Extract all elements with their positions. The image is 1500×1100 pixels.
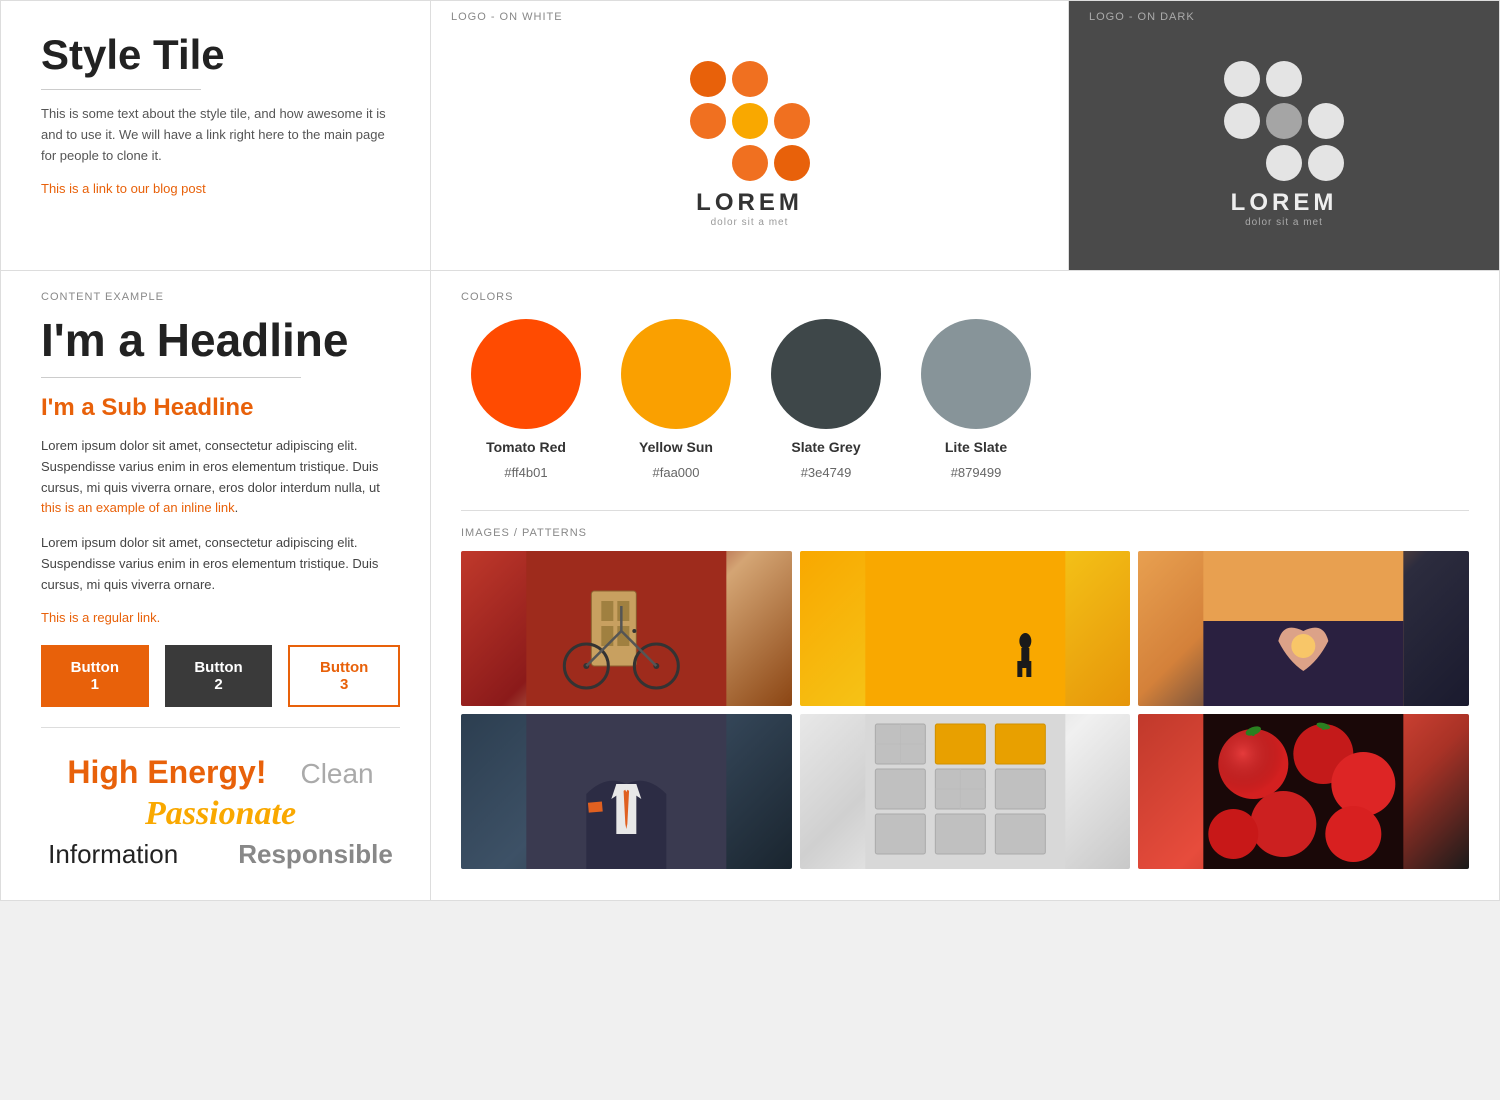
dot-1: [690, 61, 726, 97]
color-circle-lite: [921, 319, 1031, 429]
color-name-slate: Slate Grey: [791, 439, 860, 455]
mood-words-section: High Energy! Clean Passionate Informatio…: [41, 744, 400, 880]
color-hex-lite: #879499: [951, 465, 1002, 480]
headline-divider: [41, 377, 301, 378]
colors-row: Tomato Red #ff4b01 Yellow Sun #faa000 Sl…: [461, 319, 1469, 480]
logo-white-label: LOGO - ON WHITE: [451, 11, 563, 23]
color-circle-slate: [771, 319, 881, 429]
building-svg: [800, 714, 1131, 869]
dot-d9: [1308, 145, 1344, 181]
button-3[interactable]: Button 3: [288, 645, 400, 707]
dot-6: [774, 103, 810, 139]
content-section-label: CONTENT EXAMPLE: [41, 291, 400, 303]
yellow-svg: [800, 551, 1131, 706]
main-headline: I'm a Headline: [41, 313, 400, 367]
logo-dark-container: LOREM dolor sit a met: [1224, 29, 1344, 260]
color-hex-slate: #3e4749: [801, 465, 852, 480]
blog-link[interactable]: This is a link to our blog post: [41, 181, 206, 196]
body-text-1-content: Lorem ipsum dolor sit amet, consectetur …: [41, 438, 380, 495]
dot-d3: [1308, 61, 1344, 97]
mood-row-2: Passionate: [41, 795, 400, 833]
color-item-yellow: Yellow Sun #faa000: [621, 319, 731, 480]
mood-row-3: Information Responsible: [41, 839, 400, 870]
color-item-lite: Lite Slate #879499: [921, 319, 1031, 480]
image-heart: [1138, 551, 1469, 706]
body-text-1: Lorem ipsum dolor sit amet, consectetur …: [41, 436, 400, 519]
logo-on-dark-panel: LOGO - ON DARK LOREM dolor sit a met: [1069, 1, 1499, 271]
dot-2: [732, 61, 768, 97]
mood-responsible: Responsible: [238, 839, 393, 870]
dot-4: [690, 103, 726, 139]
image-bike: [461, 551, 792, 706]
sub-headline: I'm a Sub Headline: [41, 394, 400, 422]
color-hex-tomato: #ff4b01: [504, 465, 547, 480]
style-description: This is some text about the style tile, …: [41, 104, 400, 166]
color-item-tomato: Tomato Red #ff4b01: [471, 319, 581, 480]
suit-svg: [461, 714, 792, 869]
dot-5: [732, 103, 768, 139]
image-suit: [461, 714, 792, 869]
mood-passionate: Passionate: [145, 795, 296, 832]
color-hex-yellow: #faa000: [653, 465, 700, 480]
color-name-tomato: Tomato Red: [486, 439, 566, 455]
mood-row-1: High Energy! Clean: [41, 754, 400, 791]
mood-information: Information: [48, 839, 178, 870]
title-divider: [41, 89, 201, 90]
dot-d6: [1308, 103, 1344, 139]
color-name-lite: Lite Slate: [945, 439, 1007, 455]
inline-link[interactable]: this is an example of an inline link: [41, 500, 235, 515]
image-yellow: [800, 551, 1131, 706]
body-text-2: Lorem ipsum dolor sit amet, consectetur …: [41, 533, 400, 595]
dot-d8: [1266, 145, 1302, 181]
dot-9: [774, 145, 810, 181]
dot-8: [732, 145, 768, 181]
dot-d4: [1224, 103, 1260, 139]
color-name-yellow: Yellow Sun: [639, 439, 713, 455]
mood-high-energy: High Energy!: [67, 754, 266, 791]
buttons-divider: [41, 727, 400, 728]
color-item-slate: Slate Grey #3e4749: [771, 319, 881, 480]
dot-3: [774, 61, 810, 97]
heart-svg: [1138, 551, 1469, 706]
image-building: [800, 714, 1131, 869]
dot-d5: [1266, 103, 1302, 139]
colors-images-panel: COLORS Tomato Red #ff4b01 Yellow Sun #fa…: [431, 271, 1499, 900]
images-grid: [461, 551, 1469, 869]
logo-dark-label: LOGO - ON DARK: [1089, 11, 1195, 23]
style-tile-container: Style Tile This is some text about the s…: [0, 0, 1500, 901]
dot-d2: [1266, 61, 1302, 97]
logo-dots-white: [690, 61, 810, 181]
logo-subtext-dark: dolor sit a met: [1245, 217, 1323, 228]
logo-white-container: LOREM dolor sit a met: [690, 29, 810, 260]
color-circle-yellow: [621, 319, 731, 429]
content-panel: CONTENT EXAMPLE I'm a Headline I'm a Sub…: [1, 271, 431, 900]
bike-svg: [461, 551, 792, 706]
image-tomatoes: [1138, 714, 1469, 869]
dot-7: [690, 145, 726, 181]
logo-subtext-white: dolor sit a met: [711, 217, 789, 228]
color-circle-tomato: [471, 319, 581, 429]
dot-d1: [1224, 61, 1260, 97]
logo-text-dark: LOREM: [1231, 189, 1338, 217]
mood-clean: Clean: [300, 758, 373, 790]
regular-link[interactable]: This is a regular link.: [41, 610, 400, 625]
logo-on-white-panel: LOGO - ON WHITE LOREM dolor sit a met: [431, 1, 1069, 271]
images-section-label: IMAGES / PATTERNS: [461, 510, 1469, 539]
logo-text-white: LOREM: [696, 189, 803, 217]
logo-dots-dark: [1224, 61, 1344, 181]
button-1[interactable]: Button 1: [41, 645, 149, 707]
button-2[interactable]: Button 2: [165, 645, 273, 707]
colors-section-label: COLORS: [461, 291, 1469, 303]
page-title: Style Tile: [41, 31, 400, 79]
buttons-row: Button 1 Button 2 Button 3: [41, 645, 400, 707]
tomatoes-svg: [1138, 714, 1469, 869]
top-left-panel: Style Tile This is some text about the s…: [1, 1, 431, 271]
dot-d7: [1224, 145, 1260, 181]
